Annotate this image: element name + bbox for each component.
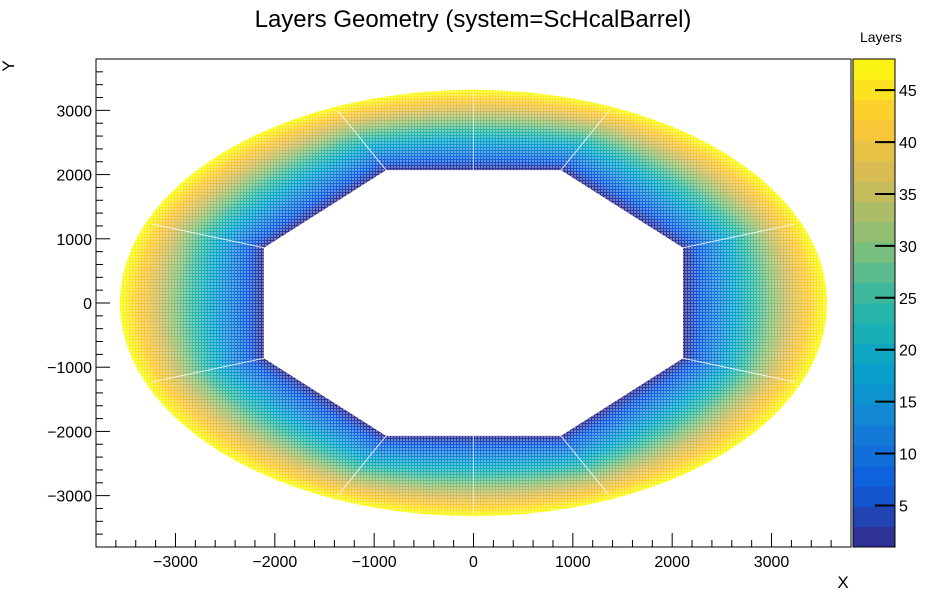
colorbar-bin <box>853 160 895 182</box>
y-tick-label: −2000 <box>47 424 92 441</box>
colorbar-bin <box>853 425 895 446</box>
y-tick-label: 3000 <box>56 103 92 120</box>
colorbar-tick-label: 30 <box>899 239 917 256</box>
colorbar-bin <box>853 181 895 202</box>
x-axis: −3000 −2000 −1000 0 1000 2000 3000 <box>115 533 832 571</box>
chart-title: Layers Geometry (system=ScHcalBarrel) <box>255 6 692 33</box>
colorbar-bin <box>853 486 895 507</box>
y-axis-label: Y <box>0 60 18 71</box>
colorbar-tick-label: 5 <box>899 498 908 515</box>
colorbar-bin <box>853 303 895 324</box>
colorbar-label: Layers <box>860 29 902 45</box>
colorbar-bin <box>853 465 895 487</box>
colorbar-bin <box>853 282 895 304</box>
y-axis: 3000 2000 1000 0 −1000 −2000 −3000 <box>47 71 110 535</box>
colorbar-bin <box>853 404 895 426</box>
colorbar-tick-label: 40 <box>899 135 917 152</box>
x-tick-label: −2000 <box>252 554 297 571</box>
y-tick-label: −3000 <box>47 489 92 506</box>
colorbar-bin <box>853 99 895 121</box>
colorbar-tick-label: 25 <box>899 291 917 308</box>
y-tick-label: 0 <box>83 296 92 313</box>
x-axis-label: X <box>837 573 848 592</box>
colorbar-gradient <box>853 59 895 548</box>
colorbar: 5 10 15 20 25 30 35 40 45 Layers <box>852 29 917 548</box>
x-tick-label: 1000 <box>555 554 591 571</box>
chart-canvas: Layers Geometry (system=ScHcalBarrel) −3… <box>0 6 917 592</box>
y-tick-label: 1000 <box>56 232 92 249</box>
colorbar-tick-label: 45 <box>899 83 917 100</box>
x-tick-label: 2000 <box>654 554 690 571</box>
colorbar-bin <box>853 262 895 284</box>
colorbar-bin <box>853 364 895 385</box>
colorbar-bin <box>853 59 895 80</box>
plot-area <box>95 58 852 548</box>
colorbar-tick-label: 10 <box>899 447 917 464</box>
x-tick-label: −3000 <box>153 554 198 571</box>
y-tick-label: 2000 <box>56 168 92 185</box>
colorbar-bin <box>853 120 895 141</box>
colorbar-bin <box>853 140 895 162</box>
colorbar-bin <box>853 343 895 365</box>
x-tick-label: 3000 <box>754 554 790 571</box>
colorbar-bin <box>853 221 895 243</box>
colorbar-tick-label: 15 <box>899 395 917 412</box>
colorbar-bin <box>853 506 895 528</box>
x-tick-label: −1000 <box>352 554 397 571</box>
colorbar-tick-label: 35 <box>899 187 917 204</box>
y-tick-label: −1000 <box>47 360 92 377</box>
colorbar-bin <box>853 445 895 467</box>
colorbar-bin <box>853 323 895 345</box>
colorbar-bin <box>853 201 895 223</box>
x-tick-label: 0 <box>469 554 478 571</box>
colorbar-bin <box>853 526 895 548</box>
colorbar-tick-label: 20 <box>899 343 917 360</box>
